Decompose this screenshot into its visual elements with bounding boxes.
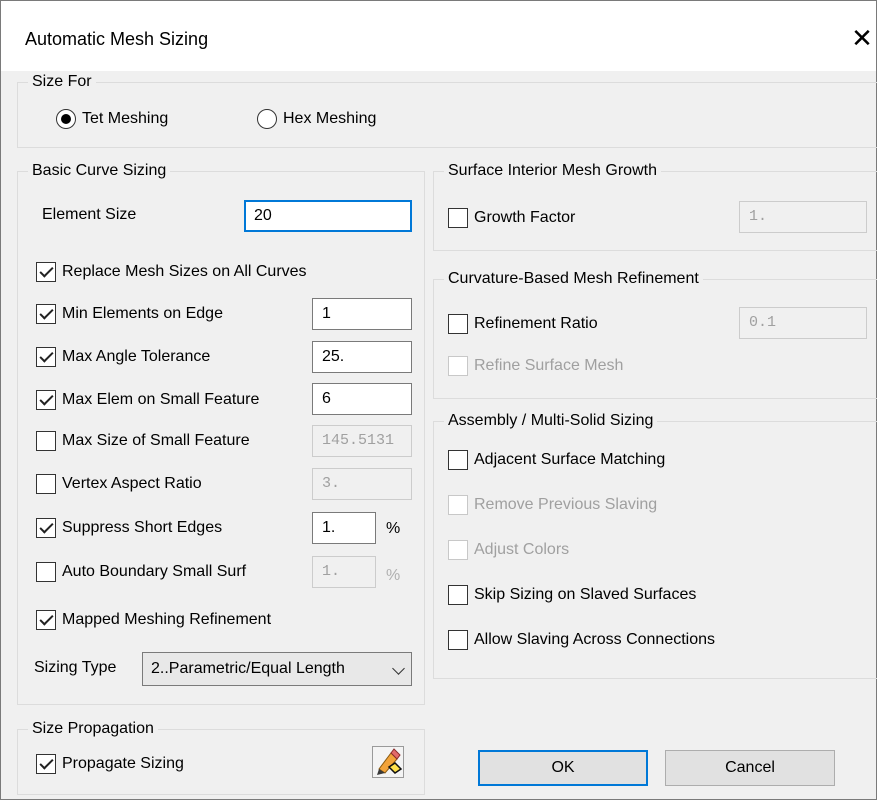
- max-elem-small-feature-input[interactable]: 6: [312, 383, 412, 415]
- suppress-short-edges-input[interactable]: 1.: [312, 512, 376, 544]
- refinement-ratio-input: 0.1: [739, 307, 867, 339]
- cancel-button[interactable]: Cancel: [665, 750, 835, 786]
- auto-boundary-small-surf-input: 1.: [312, 556, 376, 588]
- element-size-label: Element Size: [42, 206, 136, 224]
- auto-boundary-small-surf-label: Auto Boundary Small Surf: [62, 563, 247, 580]
- max-angle-input[interactable]: 25.: [312, 341, 412, 373]
- checkbox-checked-icon[interactable]: [36, 518, 56, 538]
- sizing-type-text: Sizing Type: [34, 659, 117, 676]
- size-propagation-group: Size Propagation Propagate Sizing: [17, 719, 425, 795]
- remove-previous-slaving-label: Remove Previous Slaving: [474, 496, 658, 513]
- checkbox-disabled-icon: [448, 495, 468, 515]
- checkbox-disabled-icon: [448, 356, 468, 376]
- min-elements-input[interactable]: 1: [312, 298, 412, 330]
- checkbox-unchecked-icon[interactable]: [448, 314, 468, 334]
- replace-mesh-sizes-label: Replace Mesh Sizes on All Curves: [62, 263, 307, 280]
- pencil-eraser-icon[interactable]: [372, 746, 404, 778]
- checkbox-unchecked-icon[interactable]: [36, 431, 56, 451]
- dialog-title: Automatic Mesh Sizing: [25, 29, 209, 49]
- sizing-type-label: Sizing Type: [34, 659, 116, 677]
- max-elem-small-feature-checkbox[interactable]: Max Elem on Small Feature: [36, 390, 259, 410]
- max-size-small-feature-label: Max Size of Small Feature: [62, 432, 250, 449]
- min-elements-label: Min Elements on Edge: [62, 305, 223, 322]
- hex-meshing-label: Hex Meshing: [283, 110, 377, 127]
- propagate-sizing-checkbox[interactable]: Propagate Sizing: [36, 754, 184, 774]
- adjacent-surface-matching-label: Adjacent Surface Matching: [474, 451, 666, 468]
- surface-growth-label: Surface Interior Mesh Growth: [444, 161, 661, 181]
- surface-interior-mesh-growth-group: Surface Interior Mesh Growth Growth Fact…: [433, 161, 877, 251]
- mapped-meshing-refinement-checkbox[interactable]: Mapped Meshing Refinement: [36, 610, 271, 630]
- ok-button[interactable]: OK: [478, 750, 648, 786]
- checkbox-disabled-icon: [448, 540, 468, 560]
- auto-boundary-small-surf-checkbox[interactable]: Auto Boundary Small Surf: [36, 562, 246, 582]
- vertex-aspect-ratio-input: 3.: [312, 468, 412, 500]
- size-for-label: Size For: [28, 72, 96, 92]
- percent-unit: %: [386, 520, 401, 537]
- refinement-ratio-label: Refinement Ratio: [474, 315, 598, 332]
- checkbox-unchecked-icon[interactable]: [448, 630, 468, 650]
- remove-previous-slaving-checkbox: Remove Previous Slaving: [448, 495, 657, 515]
- size-for-group: Size For Tet Meshing Hex Meshing: [17, 72, 877, 148]
- vertex-aspect-ratio-label: Vertex Aspect Ratio: [62, 475, 202, 492]
- checkbox-checked-icon[interactable]: [36, 304, 56, 324]
- skip-sizing-slaved-label: Skip Sizing on Slaved Surfaces: [474, 586, 697, 603]
- growth-factor-input: 1.: [739, 201, 867, 233]
- growth-factor-label: Growth Factor: [474, 209, 576, 226]
- min-elements-checkbox[interactable]: Min Elements on Edge: [36, 304, 223, 324]
- allow-slaving-across-checkbox[interactable]: Allow Slaving Across Connections: [448, 630, 715, 650]
- title-bar: Automatic Mesh Sizing ✕: [1, 1, 876, 71]
- adjust-colors-label: Adjust Colors: [474, 541, 570, 558]
- allow-slaving-across-label: Allow Slaving Across Connections: [474, 631, 716, 648]
- replace-mesh-sizes-checkbox[interactable]: Replace Mesh Sizes on All Curves: [36, 262, 307, 282]
- suppress-short-edges-checkbox[interactable]: Suppress Short Edges: [36, 518, 222, 538]
- sizing-type-value: 2..Parametric/Equal Length: [151, 660, 345, 677]
- checkbox-unchecked-icon[interactable]: [36, 562, 56, 582]
- checkbox-checked-icon[interactable]: [36, 754, 56, 774]
- assembly-label: Assembly / Multi-Solid Sizing: [444, 411, 658, 431]
- hex-meshing-radio[interactable]: Hex Meshing: [257, 109, 376, 129]
- max-angle-checkbox[interactable]: Max Angle Tolerance: [36, 347, 210, 367]
- radio-selected-icon[interactable]: [56, 109, 76, 129]
- radio-unselected-icon[interactable]: [257, 109, 277, 129]
- checkbox-unchecked-icon[interactable]: [448, 585, 468, 605]
- refinement-ratio-checkbox[interactable]: Refinement Ratio: [448, 314, 598, 334]
- automatic-mesh-sizing-dialog: Automatic Mesh Sizing ✕ Size For Tet Mes…: [0, 0, 877, 800]
- growth-factor-checkbox[interactable]: Growth Factor: [448, 208, 575, 228]
- checkbox-checked-icon[interactable]: [36, 610, 56, 630]
- basic-curve-sizing-group: Basic Curve Sizing Element Size 20 Repla…: [17, 161, 425, 705]
- sizing-type-select[interactable]: 2..Parametric/Equal Length: [142, 652, 412, 686]
- checkbox-checked-icon[interactable]: [36, 262, 56, 282]
- chevron-down-icon: [392, 662, 405, 675]
- tet-meshing-label: Tet Meshing: [82, 110, 169, 127]
- close-icon[interactable]: ✕: [849, 23, 875, 53]
- assembly-sizing-group: Assembly / Multi-Solid Sizing Adjacent S…: [433, 411, 877, 679]
- checkbox-unchecked-icon[interactable]: [448, 208, 468, 228]
- max-size-small-feature-checkbox[interactable]: Max Size of Small Feature: [36, 431, 250, 451]
- checkbox-unchecked-icon[interactable]: [448, 450, 468, 470]
- mapped-meshing-refinement-label: Mapped Meshing Refinement: [62, 611, 272, 628]
- curvature-refinement-group: Curvature-Based Mesh Refinement Refineme…: [433, 269, 877, 399]
- max-size-small-feature-input: 145.5131: [312, 425, 412, 457]
- propagate-sizing-label: Propagate Sizing: [62, 755, 184, 772]
- adjacent-surface-matching-checkbox[interactable]: Adjacent Surface Matching: [448, 450, 665, 470]
- size-propagation-label: Size Propagation: [28, 719, 158, 739]
- tet-meshing-radio[interactable]: Tet Meshing: [56, 109, 168, 129]
- max-angle-label: Max Angle Tolerance: [62, 348, 211, 365]
- max-elem-small-feature-label: Max Elem on Small Feature: [62, 391, 260, 408]
- vertex-aspect-ratio-checkbox[interactable]: Vertex Aspect Ratio: [36, 474, 202, 494]
- skip-sizing-slaved-checkbox[interactable]: Skip Sizing on Slaved Surfaces: [448, 585, 696, 605]
- suppress-short-edges-label: Suppress Short Edges: [62, 519, 223, 536]
- element-size-input[interactable]: 20: [244, 200, 412, 232]
- checkbox-checked-icon[interactable]: [36, 347, 56, 367]
- element-size-text: Element Size: [42, 206, 137, 223]
- basic-curve-sizing-label: Basic Curve Sizing: [28, 161, 171, 181]
- refine-surface-mesh-label: Refine Surface Mesh: [474, 357, 624, 374]
- checkbox-checked-icon[interactable]: [36, 390, 56, 410]
- curvature-label: Curvature-Based Mesh Refinement: [444, 269, 703, 289]
- percent-unit-disabled: %: [386, 567, 401, 584]
- checkbox-unchecked-icon[interactable]: [36, 474, 56, 494]
- refine-surface-mesh-checkbox: Refine Surface Mesh: [448, 356, 623, 376]
- adjust-colors-checkbox: Adjust Colors: [448, 540, 569, 560]
